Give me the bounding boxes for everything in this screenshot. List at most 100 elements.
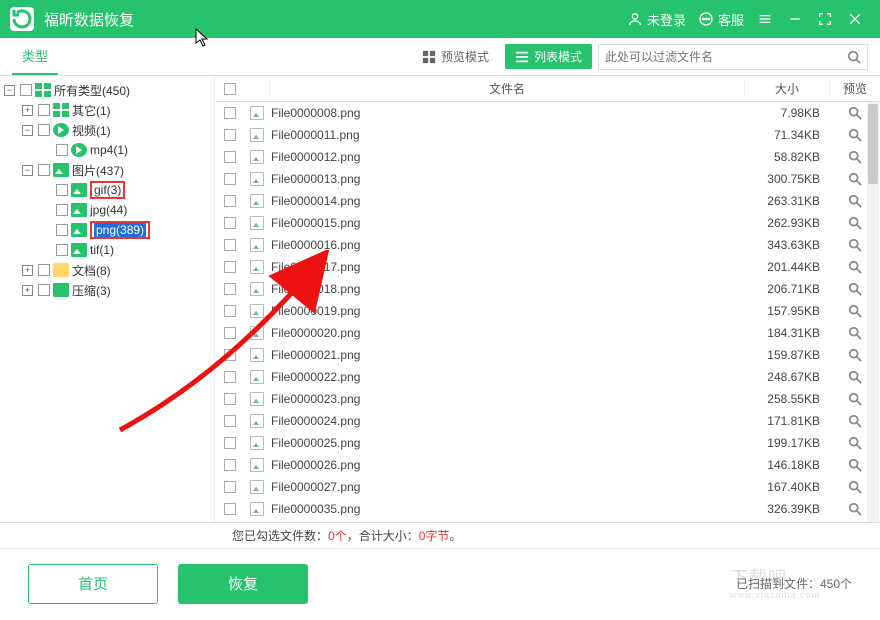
row-checkbox[interactable] xyxy=(215,305,245,317)
row-checkbox[interactable] xyxy=(215,261,245,273)
row-checkbox[interactable] xyxy=(215,393,245,405)
maximize-icon[interactable] xyxy=(810,4,840,34)
file-size: 199.17KB xyxy=(745,436,830,450)
select-all-checkbox[interactable] xyxy=(215,83,245,95)
row-checkbox[interactable] xyxy=(215,217,245,229)
close-icon[interactable] xyxy=(840,4,870,34)
row-checkbox[interactable] xyxy=(215,481,245,493)
table-row[interactable]: File0000014.png263.31KB xyxy=(215,190,880,212)
row-checkbox[interactable] xyxy=(215,371,245,383)
file-size: 201.44KB xyxy=(745,260,830,274)
table-row[interactable]: File0000025.png199.17KB xyxy=(215,432,880,454)
tree-misc[interactable]: +其它(1) xyxy=(2,100,212,120)
table-row[interactable]: File0000013.png300.75KB xyxy=(215,168,880,190)
tree-tif[interactable]: tif(1) xyxy=(2,240,212,260)
row-checkbox[interactable] xyxy=(215,195,245,207)
file-size: 58.82KB xyxy=(745,150,830,164)
support-button[interactable]: 客服 xyxy=(698,10,744,29)
table-row[interactable]: File0000020.png184.31KB xyxy=(215,322,880,344)
file-size: 71.34KB xyxy=(745,128,830,142)
table-row[interactable]: File0000017.png201.44KB xyxy=(215,256,880,278)
file-size: 171.81KB xyxy=(745,414,830,428)
tree-doc[interactable]: +文档(8) xyxy=(2,260,212,280)
file-name: File0000013.png xyxy=(269,172,745,186)
tree-all[interactable]: −所有类型(450) xyxy=(2,80,212,100)
row-checkbox[interactable] xyxy=(215,129,245,141)
file-name: File0000025.png xyxy=(269,436,745,450)
row-checkbox[interactable] xyxy=(215,503,245,515)
table-row[interactable]: File0000035.png326.39KB xyxy=(215,498,880,520)
filter-input[interactable] xyxy=(605,50,847,64)
file-icon xyxy=(245,216,269,230)
search-icon[interactable] xyxy=(847,50,861,64)
file-name: File0000017.png xyxy=(269,260,745,274)
file-size: 146.18KB xyxy=(745,458,830,472)
table-row[interactable]: File0000016.png343.63KB xyxy=(215,234,880,256)
file-icon xyxy=(245,150,269,164)
col-preview[interactable]: 预览 xyxy=(830,80,880,97)
row-checkbox[interactable] xyxy=(215,173,245,185)
table-row[interactable]: File0000015.png262.93KB xyxy=(215,212,880,234)
recover-button[interactable]: 恢复 xyxy=(178,564,308,604)
login-button[interactable]: 未登录 xyxy=(627,10,686,29)
table-row[interactable]: File0000023.png258.55KB xyxy=(215,388,880,410)
row-checkbox[interactable] xyxy=(215,151,245,163)
file-size: 167.40KB xyxy=(745,480,830,494)
file-name: File0000018.png xyxy=(269,282,745,296)
col-size[interactable]: 大小 xyxy=(745,80,830,97)
table-row[interactable]: File0000008.png7.98KB xyxy=(215,102,880,124)
file-icon xyxy=(245,238,269,252)
list-view-icon xyxy=(515,50,529,64)
file-icon xyxy=(245,282,269,296)
scrollbar-thumb[interactable] xyxy=(868,104,878,184)
file-icon xyxy=(245,370,269,384)
table-row[interactable]: File0000024.png171.81KB xyxy=(215,410,880,432)
tree-image[interactable]: −图片(437) xyxy=(2,160,212,180)
table-row[interactable]: File0000021.png159.87KB xyxy=(215,344,880,366)
tree-gif[interactable]: gif(3) xyxy=(2,180,212,200)
row-checkbox[interactable] xyxy=(215,437,245,449)
app-title: 福昕数据恢复 xyxy=(44,9,134,30)
table-row[interactable]: File0000019.png157.95KB xyxy=(215,300,880,322)
tab-type[interactable]: 类型 xyxy=(12,39,58,75)
file-name: File0000024.png xyxy=(269,414,745,428)
row-checkbox[interactable] xyxy=(215,107,245,119)
menu-icon[interactable] xyxy=(750,4,780,34)
row-checkbox[interactable] xyxy=(215,415,245,427)
file-size: 258.55KB xyxy=(745,392,830,406)
home-button[interactable]: 首页 xyxy=(28,564,158,604)
row-checkbox[interactable] xyxy=(215,283,245,295)
file-name: File0000014.png xyxy=(269,194,745,208)
minimize-icon[interactable] xyxy=(780,4,810,34)
row-checkbox[interactable] xyxy=(215,349,245,361)
filter-box[interactable] xyxy=(598,44,868,70)
tree-arc[interactable]: +压缩(3) xyxy=(2,280,212,300)
view-list-button[interactable]: 列表模式 xyxy=(505,44,592,69)
file-name: File0000035.png xyxy=(269,502,745,516)
file-icon xyxy=(245,502,269,516)
file-icon xyxy=(245,436,269,450)
col-name[interactable]: 文件名 xyxy=(269,80,745,97)
file-size: 262.93KB xyxy=(745,216,830,230)
table-row[interactable]: File0000027.png167.40KB xyxy=(215,476,880,498)
table-row[interactable]: File0000011.png71.34KB xyxy=(215,124,880,146)
table-row[interactable]: File0000026.png146.18KB xyxy=(215,454,880,476)
file-icon xyxy=(245,106,269,120)
table-row[interactable]: File0000022.png248.67KB xyxy=(215,366,880,388)
tree-jpg[interactable]: jpg(44) xyxy=(2,200,212,220)
file-icon xyxy=(245,194,269,208)
tree-png[interactable]: png(389) xyxy=(2,220,212,240)
row-checkbox[interactable] xyxy=(215,327,245,339)
tree-mp4[interactable]: mp4(1) xyxy=(2,140,212,160)
table-row[interactable]: File0000018.png206.71KB xyxy=(215,278,880,300)
file-name: File0000026.png xyxy=(269,458,745,472)
file-icon xyxy=(245,392,269,406)
file-name: File0000023.png xyxy=(269,392,745,406)
scrollbar[interactable] xyxy=(867,102,879,522)
tree-video[interactable]: −视频(1) xyxy=(2,120,212,140)
row-checkbox[interactable] xyxy=(215,459,245,471)
file-name: File0000021.png xyxy=(269,348,745,362)
row-checkbox[interactable] xyxy=(215,239,245,251)
view-preview-button[interactable]: 预览模式 xyxy=(412,44,499,69)
table-row[interactable]: File0000012.png58.82KB xyxy=(215,146,880,168)
